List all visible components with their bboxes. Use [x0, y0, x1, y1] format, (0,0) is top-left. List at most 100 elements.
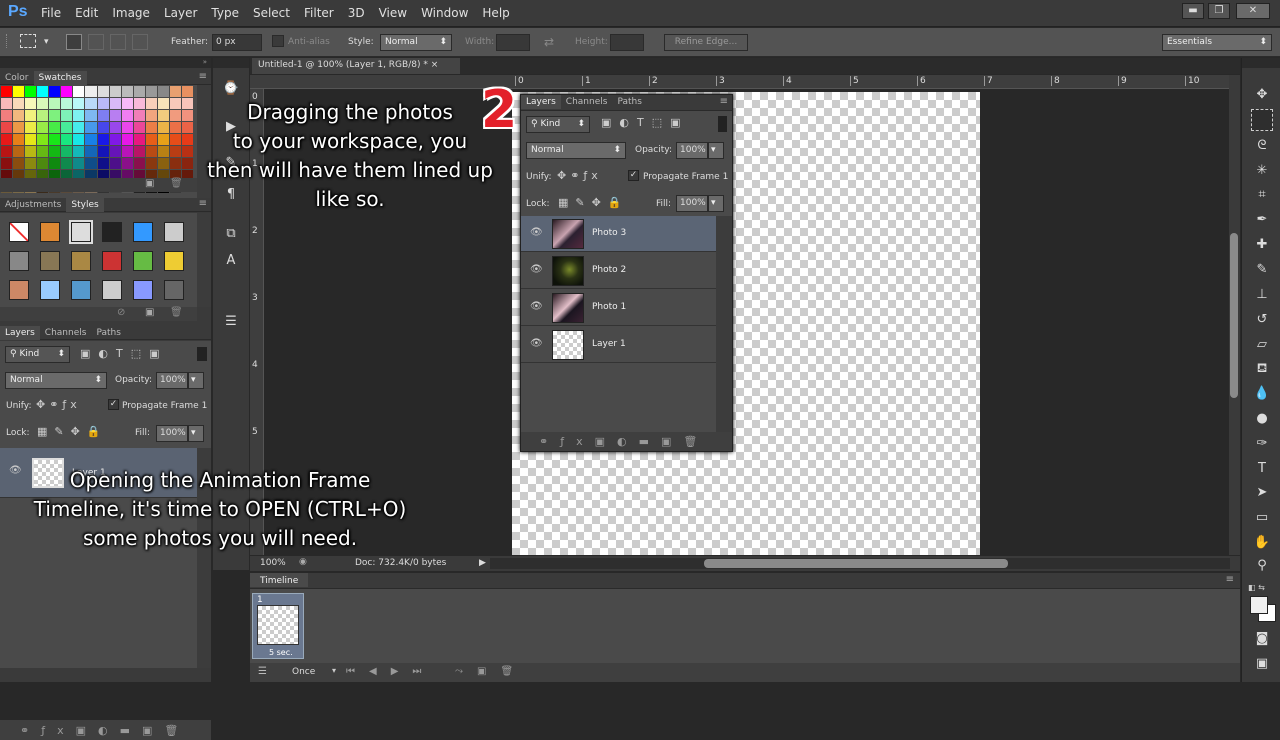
color-swatch[interactable]	[109, 110, 121, 121]
filter-toggle[interactable]	[197, 347, 207, 361]
color-swatch[interactable]	[121, 110, 133, 121]
color-swatch[interactable]	[61, 122, 73, 133]
color-swatch[interactable]	[157, 98, 169, 109]
quick-mask-icon[interactable]: ◙	[1251, 628, 1273, 650]
color-swatch[interactable]	[145, 110, 157, 121]
styles-scrollbar[interactable]	[197, 213, 211, 307]
rect-marquee-icon[interactable]	[20, 34, 36, 48]
color-swatch[interactable]	[85, 122, 97, 133]
fill-input[interactable]: 100%	[676, 195, 708, 212]
unify-icons[interactable]: ✥⚭ƒx	[36, 398, 81, 411]
color-swatch[interactable]	[157, 146, 169, 157]
tab-layers[interactable]: Layers	[0, 326, 40, 340]
trash-icon[interactable]: 🗑	[170, 178, 183, 189]
tab-paths[interactable]: Paths	[612, 95, 646, 109]
scroll-thumb[interactable]	[1230, 233, 1238, 398]
kind-filter[interactable]: ⚲ Kind ⬍	[526, 116, 590, 133]
no-style-icon[interactable]	[9, 222, 29, 242]
color-swatch[interactable]	[49, 134, 61, 145]
color-swatch[interactable]	[109, 98, 121, 109]
default-colors-icon[interactable]: ◧ ⇆	[1248, 583, 1265, 592]
color-swatch[interactable]	[145, 158, 157, 169]
style-preset[interactable]	[102, 251, 122, 271]
color-swatch[interactable]	[25, 146, 37, 157]
tab-channels[interactable]: Channels	[561, 95, 613, 109]
color-swatch[interactable]	[145, 146, 157, 157]
color-swatch[interactable]	[109, 122, 121, 133]
color-swatch[interactable]	[25, 86, 37, 97]
workspace-select[interactable]: Essentials ⬍	[1162, 34, 1272, 51]
color-swatch[interactable]	[169, 158, 181, 169]
width-input[interactable]	[496, 34, 530, 51]
layers-scrollbar[interactable]	[197, 448, 211, 668]
style-select[interactable]: Normal ⬍	[380, 34, 452, 51]
lock-icons[interactable]: ▦✎✥🔒	[37, 425, 108, 438]
scroll-thumb[interactable]	[704, 559, 1008, 568]
subtract-selection-icon[interactable]	[110, 34, 126, 50]
pen-tool-icon[interactable]: ✑	[1251, 433, 1273, 455]
color-swatch[interactable]	[121, 98, 133, 109]
dodge-tool-icon[interactable]: ●	[1251, 408, 1273, 430]
color-swatch[interactable]	[97, 110, 109, 121]
color-swatch[interactable]	[109, 146, 121, 157]
blur-tool-icon[interactable]: 💧	[1251, 383, 1273, 405]
new-selection-icon[interactable]	[66, 34, 82, 50]
style-preset[interactable]	[40, 222, 60, 242]
color-swatch[interactable]	[1, 134, 13, 145]
restore-icon[interactable]: ❐	[1208, 3, 1230, 19]
brush-panel-icon[interactable]: ✎	[220, 152, 242, 174]
color-swatch[interactable]	[85, 98, 97, 109]
color-swatch[interactable]	[49, 158, 61, 169]
blend-mode-select[interactable]: Normal ⬍	[526, 142, 626, 159]
color-swatch[interactable]	[157, 134, 169, 145]
frame-delay[interactable]: 5 sec.	[269, 648, 293, 657]
document-tab[interactable]: Untitled-1 @ 100% (Layer 1, RGB/8) * ×	[252, 58, 460, 74]
filter-icons[interactable]: ▣◐T⬚▣	[80, 347, 168, 360]
style-preset[interactable]	[133, 280, 153, 300]
color-swatch[interactable]	[1, 122, 13, 133]
color-swatch[interactable]	[145, 86, 157, 97]
style-preset[interactable]	[133, 222, 153, 242]
layer-row[interactable]: 👁 Photo 2	[521, 253, 716, 289]
menu-filter[interactable]: Filter	[297, 0, 341, 27]
shape-tool-icon[interactable]: ▭	[1251, 507, 1273, 529]
color-swatch[interactable]	[13, 110, 25, 121]
fill-input[interactable]: 100%	[156, 425, 188, 442]
color-swatch[interactable]	[121, 134, 133, 145]
panel-menu-icon[interactable]: ≡	[720, 96, 728, 107]
close-icon[interactable]: ✕	[1236, 3, 1270, 19]
eye-icon[interactable]: 👁	[530, 338, 543, 349]
layer-row[interactable]: 👁 Layer 1	[0, 448, 197, 498]
blend-mode-select[interactable]: Normal ⬍	[5, 372, 107, 389]
style-preset[interactable]	[71, 280, 91, 300]
color-swatch[interactable]	[1, 146, 13, 157]
tab-channels[interactable]: Channels	[40, 326, 92, 340]
tab-paths[interactable]: Paths	[91, 326, 125, 340]
tab-adjustments[interactable]: Adjustments	[0, 198, 66, 212]
paint-bucket-icon[interactable]: ⛾	[1251, 358, 1273, 380]
layer-row[interactable]: 👁 Layer 1	[521, 327, 716, 363]
color-swatch[interactable]	[169, 98, 181, 109]
color-swatch[interactable]	[97, 146, 109, 157]
color-swatch[interactable]	[133, 158, 145, 169]
color-swatch[interactable]	[97, 122, 109, 133]
lock-icons[interactable]: ▦✎✥🔒	[558, 196, 629, 209]
status-menu-icon[interactable]: ▶	[479, 558, 486, 568]
refine-edge-button[interactable]: Refine Edge...	[664, 34, 748, 51]
properties-icon[interactable]: ☰	[220, 311, 242, 333]
color-swatch[interactable]	[49, 146, 61, 157]
convert-timeline-icon[interactable]: ☰	[258, 666, 267, 677]
chevron-down-icon[interactable]: ▾	[44, 37, 49, 47]
screen-mode-icon[interactable]: ▣	[1251, 653, 1273, 675]
tab-layers[interactable]: Layers	[521, 95, 561, 109]
color-swatch[interactable]	[1, 110, 13, 121]
style-preset[interactable]	[69, 220, 93, 244]
chevron-down-icon[interactable]: ▾	[708, 142, 724, 159]
color-swatch[interactable]	[1, 86, 13, 97]
color-swatch[interactable]	[169, 110, 181, 121]
lasso-tool-icon[interactable]: ᘓ	[1251, 135, 1273, 157]
menu-view[interactable]: View	[372, 0, 414, 27]
color-swatch[interactable]	[97, 158, 109, 169]
layer-row[interactable]: 👁 Photo 3	[521, 216, 716, 252]
horizontal-scrollbar[interactable]	[490, 558, 1230, 569]
